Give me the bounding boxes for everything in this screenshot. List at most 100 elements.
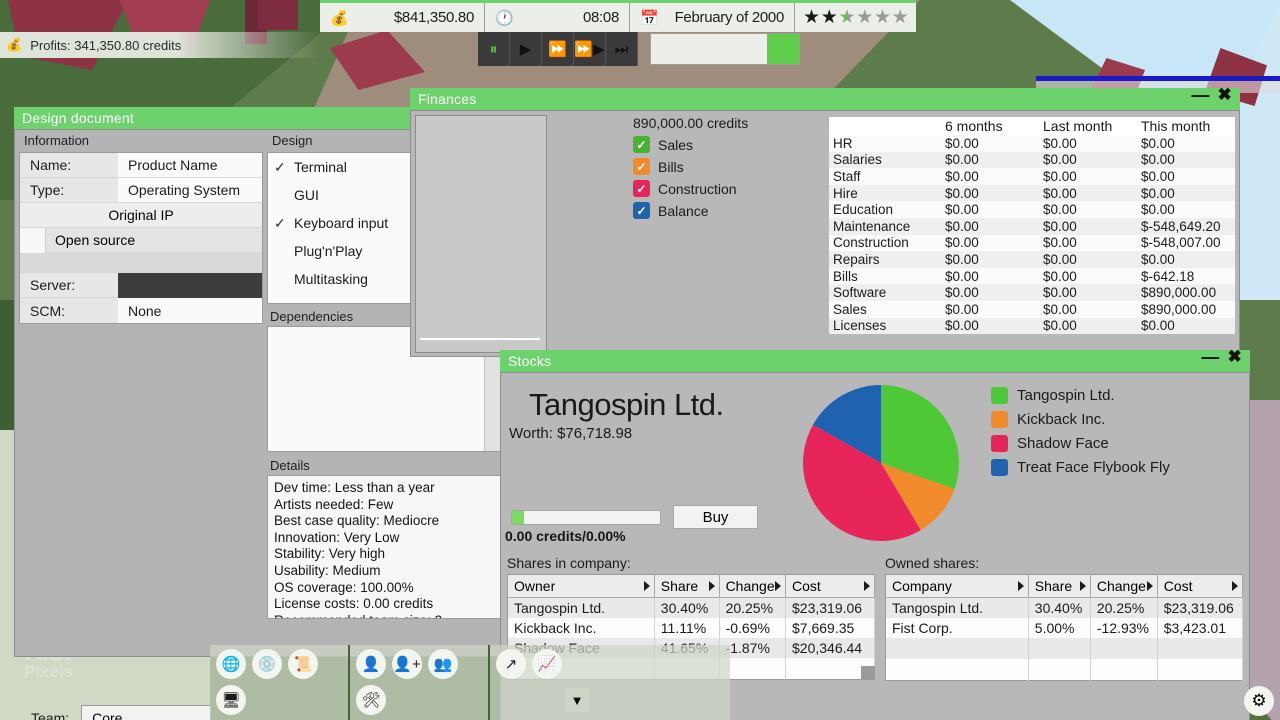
open-source-checkbox[interactable]: [20, 227, 46, 253]
finances-titlebar: Finances — ✖: [410, 86, 1240, 110]
server-select[interactable]: [118, 272, 262, 298]
finances-window[interactable]: Finances — ✖ 890,000.00 credits ✓ Sales ✓ B…: [410, 86, 1240, 357]
empty-cell: [1090, 659, 1158, 680]
shares-scroll-corner[interactable]: [861, 665, 875, 680]
date-indicator[interactable]: 📅 February of 2000: [630, 3, 795, 32]
sort-arrow-icon[interactable]: [864, 581, 870, 591]
gear-icon[interactable]: ⚙: [1244, 686, 1274, 716]
design-document-title: Design document: [22, 110, 134, 126]
owned-shares-table[interactable]: Company Share Change Cost Tangospin Ltd. 30.…: [885, 574, 1244, 681]
minimize-icon[interactable]: —: [1191, 86, 1209, 104]
speed-play-button[interactable]: ▶: [510, 32, 542, 66]
check-icon: ✓: [274, 158, 286, 175]
line-chart-icon[interactable]: 📈: [532, 649, 562, 679]
speed-faster-button[interactable]: ⏩▶: [574, 32, 606, 66]
column-header-cost[interactable]: Cost: [1157, 574, 1244, 598]
table-row[interactable]: Fist Corp. 5.00% -12.93% $3,423.01: [885, 618, 1244, 638]
time-indicator[interactable]: 🕐 08:08: [485, 3, 630, 32]
buy-amount-slider[interactable]: [511, 510, 661, 525]
people-group-icon[interactable]: 👥: [428, 649, 458, 679]
pie-legend-item: Treat Face Flybook Fly: [991, 459, 1170, 476]
pie-legend-item: Kickback Inc.: [991, 411, 1170, 428]
row-share: 5.00%: [1028, 618, 1091, 638]
finances-6months-value: $0.00: [941, 217, 1039, 235]
close-icon[interactable]: ✖: [1228, 348, 1242, 365]
speed-pause-button[interactable]: ⏸: [478, 32, 510, 66]
name-input[interactable]: Product Name: [118, 153, 262, 177]
ownership-pie-chart: [801, 383, 961, 543]
coins-icon: 💰: [6, 37, 23, 52]
sort-arrow-icon[interactable]: [1017, 581, 1024, 591]
disc-publish-icon[interactable]: 💿: [252, 649, 282, 679]
speed-fastest-button[interactable]: ⏭: [606, 32, 638, 66]
sort-arrow-icon[interactable]: [708, 581, 715, 591]
person-icon[interactable]: 👤: [356, 649, 386, 679]
checkbox-bills[interactable]: ✓: [633, 158, 650, 175]
type-select[interactable]: Operating System: [118, 178, 262, 202]
information-table: Name: Product Name Type: Operating Syste…: [19, 152, 263, 324]
detail-line: Usability: Medium: [274, 562, 381, 578]
shares-table-header[interactable]: Owner Share Change Cost: [507, 574, 875, 598]
finances-legend-item[interactable]: ✓ Construction: [633, 180, 823, 197]
money-indicator[interactable]: 💰 $841,350.80: [320, 3, 485, 32]
column-header-company[interactable]: Company: [885, 574, 1029, 598]
finances-window-buttons[interactable]: — ✖: [1191, 86, 1232, 104]
finances-lastmonth-value: $0.00: [1039, 284, 1137, 301]
scroll-down-button[interactable]: ▼: [565, 688, 589, 712]
open-source-toggle[interactable]: Open source: [20, 227, 262, 253]
table-row[interactable]: Kickback Inc. 11.11% -0.69% $7,669.35: [507, 618, 875, 638]
sort-arrow-icon[interactable]: [1146, 581, 1153, 591]
sort-arrow-icon[interactable]: [1232, 581, 1238, 591]
sort-arrow-icon[interactable]: [1079, 581, 1086, 591]
person-add-icon[interactable]: 👤+: [392, 649, 422, 679]
finances-legend-item[interactable]: ✓ Sales: [633, 136, 823, 153]
close-icon[interactable]: ✖: [1218, 86, 1232, 103]
bottom-toolbar[interactable]: 🌐 💿 📜 🖥 👤 👤+ 👥 🛠 ↗ 📈: [210, 645, 730, 720]
field-row-original-ip[interactable]: Original IP: [20, 203, 262, 228]
checkbox-sales[interactable]: ✓: [633, 136, 650, 153]
field-row-name[interactable]: Name: Product Name: [20, 153, 262, 178]
original-ip-button[interactable]: Original IP: [20, 203, 262, 227]
finances-legend-item[interactable]: ✓ Bills: [633, 158, 823, 175]
field-row-scm[interactable]: SCM: None: [20, 298, 262, 323]
person-tools-icon[interactable]: 🛠: [356, 685, 386, 715]
minimize-icon[interactable]: —: [1201, 348, 1219, 366]
sort-arrow-icon[interactable]: [643, 581, 650, 591]
column-header-cost[interactable]: Cost: [785, 574, 875, 598]
toolbar-group-research: 🌐 💿 📜 🖥: [210, 645, 350, 720]
arrow-growth-icon[interactable]: ↗: [496, 649, 526, 679]
sort-arrow-icon[interactable]: [775, 581, 781, 591]
row-cost: $23,319.06: [785, 597, 875, 618]
clock-icon: 🕐: [495, 9, 514, 27]
globe-research-icon[interactable]: 🌐: [216, 649, 246, 679]
column-header-change[interactable]: Change: [719, 574, 787, 598]
checkbox-balance[interactable]: ✓: [633, 202, 650, 219]
finances-legend-item[interactable]: ✓ Balance: [633, 202, 823, 219]
field-row-server[interactable]: Server:: [20, 272, 262, 298]
finances-row-label: Bills: [829, 267, 941, 285]
team-select[interactable]: Core: [81, 705, 212, 720]
server-icon[interactable]: 🖥: [216, 685, 246, 715]
checkbox-construction[interactable]: ✓: [633, 180, 650, 197]
scm-select[interactable]: None: [118, 298, 262, 323]
owned-table-header[interactable]: Company Share Change Cost: [885, 574, 1244, 598]
finances-6months-value: $0.00: [941, 168, 1039, 185]
owned-table-body: Tangospin Ltd. 30.40% 20.25% $23,319.06 Fist…: [885, 597, 1244, 680]
empty-cell: [1090, 638, 1158, 659]
column-header-share[interactable]: Share: [654, 574, 720, 598]
game-speed-controls[interactable]: ⏸ ▶ ⏩ ⏩▶ ⏭: [478, 32, 638, 66]
speed-fast-button[interactable]: ⏩: [542, 32, 574, 66]
pie-legend-label: Shadow Face: [1017, 435, 1109, 452]
buy-button[interactable]: Buy: [673, 505, 758, 529]
coins-icon: 💰: [330, 9, 349, 27]
field-row-type[interactable]: Type: Operating System: [20, 178, 262, 203]
column-header-change[interactable]: Change: [1090, 574, 1158, 598]
column-header-share[interactable]: Share: [1028, 574, 1091, 598]
table-row[interactable]: Tangospin Ltd. 30.40% 20.25% $23,319.06: [885, 597, 1244, 618]
finances-row-label: Hire: [829, 184, 941, 202]
column-header-owner[interactable]: Owner: [507, 574, 655, 598]
contract-icon[interactable]: 📜: [288, 649, 318, 679]
table-row[interactable]: Tangospin Ltd. 30.40% 20.25% $23,319.06: [507, 597, 875, 618]
stocks-window-buttons[interactable]: — ✖: [1201, 348, 1242, 366]
field-row-open-source[interactable]: Open source: [20, 227, 262, 253]
